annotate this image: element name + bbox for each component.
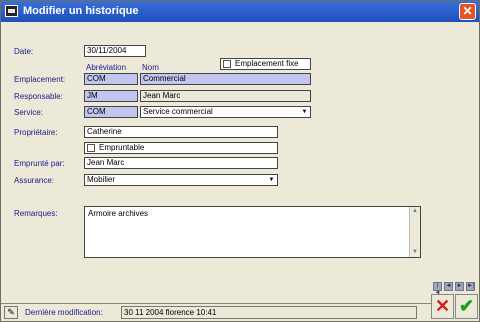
proprietaire-field[interactable]: Catherine [84,126,278,138]
emplacement-fixe-label: Emplacement fixe [235,59,299,68]
chevron-down-icon[interactable]: ▼ [267,176,276,184]
emprunte-par-field[interactable]: Jean Marc [84,157,278,169]
pencil-icon[interactable]: ✎ [4,306,18,319]
checkbox-box[interactable] [87,144,95,152]
next-record-button[interactable]: ► [455,282,464,291]
last-modified-value: 30 11 2004 florence 10:41 [121,306,417,319]
assurance-select[interactable]: Mobilier ▼ [84,174,278,186]
dialog-window: Modifier un historique ✕ Date: 30/11/200… [0,0,480,322]
window-title: Modifier un historique [23,5,139,17]
date-field[interactable]: 30/11/2004 [84,45,146,57]
abbreviation-header: Abréviation [86,63,127,72]
chevron-down-icon[interactable]: ▼ [300,108,309,116]
previous-record-button[interactable]: ◄ [444,282,453,291]
empruntable-label: Empruntable [99,143,145,152]
proprietaire-label: Propriétaire: [14,128,58,137]
emplacement-abbr-field[interactable]: COM [84,73,138,85]
responsable-label: Responsable: [14,92,63,101]
remarques-text: Armoire archives [88,209,149,218]
assurance-select-value: Mobilier [87,175,116,184]
scroll-down-icon[interactable]: ▼ [410,248,420,257]
service-select-value: Service commercial [143,107,213,116]
empruntable-checkbox[interactable]: Empruntable [84,142,278,154]
remarques-textarea[interactable]: Armoire archives ▲ ▼ [84,206,421,258]
last-modified-label: Dernière modification: [25,308,103,317]
close-button[interactable]: ✕ [459,3,476,20]
assurance-label: Assurance: [14,176,55,185]
checkbox-box[interactable] [223,60,231,68]
service-select[interactable]: Service commercial ▼ [140,106,311,118]
remarques-label: Remarques: [14,209,58,218]
date-label: Date: [14,47,34,56]
responsable-abbr-field[interactable]: JM [84,90,138,102]
emprunte-par-label: Emprunté par: [14,159,65,168]
emplacement-label: Emplacement: [14,75,66,84]
vertical-scrollbar[interactable]: ▲ ▼ [409,207,420,257]
last-record-button[interactable]: ►| [466,282,475,291]
cancel-button[interactable]: ✕ [431,294,454,319]
status-bar: ✎ Dernière modification: 30 11 2004 flor… [1,303,431,321]
scroll-up-icon[interactable]: ▲ [410,207,420,216]
app-icon [5,5,18,17]
service-label: Service: [14,108,43,117]
service-abbr-field[interactable]: COM [84,106,138,118]
ok-button[interactable]: ✔ [455,294,478,319]
title-bar[interactable]: Modifier un historique ✕ [1,1,479,22]
responsable-name-field[interactable]: Jean Marc [140,90,311,102]
name-header: Nom [142,63,159,72]
emplacement-name-field[interactable]: Commercial [140,73,311,85]
emplacement-fixe-checkbox[interactable]: Emplacement fixe [220,58,311,70]
first-record-button[interactable]: |◄ [433,282,442,296]
